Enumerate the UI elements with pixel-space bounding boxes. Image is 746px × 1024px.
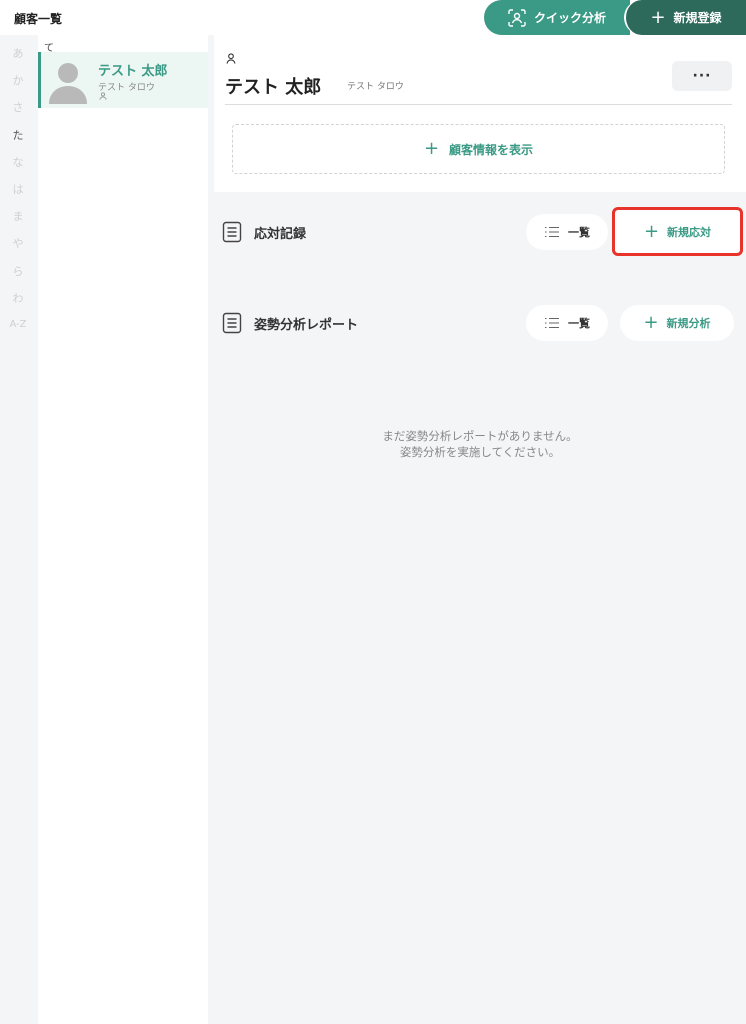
kana-index-item[interactable]: さ — [0, 99, 36, 115]
divider — [225, 104, 732, 105]
top-bar: 顧客一覧 クイック分析 + 新規登録 — [0, 0, 746, 35]
new-record-button[interactable]: + 新規応対 — [612, 207, 743, 256]
more-options-button[interactable]: ··· — [672, 61, 732, 91]
plus-icon: + — [423, 138, 440, 159]
show-customer-info-button[interactable]: + 顧客情報を表示 — [232, 124, 725, 174]
kana-index: あ か さ た な は ま や ら わ A-Z — [0, 35, 38, 1024]
empty-state-message: まだ姿勢分析レポートがありません。 姿勢分析を実施してください。 — [214, 428, 746, 460]
page-title: 顧客一覧 — [14, 12, 63, 26]
kana-index-item[interactable]: な — [0, 154, 36, 170]
reports-title: 姿勢分析レポート — [254, 317, 359, 333]
quick-analysis-button[interactable]: クイック分析 — [484, 0, 630, 35]
document-icon — [222, 312, 242, 334]
records-list-button[interactable]: 一覧 — [526, 214, 608, 250]
avatar — [49, 63, 87, 104]
customer-detail-header: テスト 太郎 テスト タロウ ··· + 顧客情報を表示 — [214, 35, 746, 192]
reports-list-button[interactable]: 一覧 — [526, 305, 608, 341]
new-register-label: 新規登録 — [673, 11, 722, 25]
customer-detail-name: テスト 太郎 — [225, 77, 322, 98]
kana-index-item[interactable]: ら — [0, 263, 36, 279]
records-section-title: 応対記録 — [222, 221, 306, 243]
empty-state-line: まだ姿勢分析レポートがありません。 — [382, 429, 578, 443]
new-analysis-button[interactable]: + 新規分析 — [620, 305, 734, 341]
records-title: 応対記録 — [254, 226, 307, 242]
kana-index-item[interactable]: や — [0, 235, 36, 251]
kana-index-item[interactable]: あ — [0, 45, 36, 61]
user-icon — [99, 92, 107, 100]
list-icon — [545, 226, 559, 238]
plus-icon: + — [650, 6, 666, 28]
kana-index-item[interactable]: か — [0, 72, 36, 88]
new-record-label: 新規応対 — [667, 225, 712, 239]
kana-index-item[interactable]: わ — [0, 290, 36, 306]
reports-list-label: 一覧 — [568, 317, 590, 330]
kana-index-item[interactable]: ま — [0, 208, 36, 224]
empty-state-line: 姿勢分析を実施してください。 — [399, 445, 561, 459]
new-analysis-label: 新規分析 — [666, 317, 711, 330]
kana-index-item[interactable]: A-Z — [0, 319, 36, 330]
customer-detail-kana: テスト タロウ — [347, 82, 404, 92]
customer-list: て テスト 太郎 テスト タロウ — [38, 35, 208, 1024]
face-scan-icon — [508, 8, 526, 27]
kana-index-item[interactable]: は — [0, 181, 36, 197]
records-list-label: 一覧 — [568, 226, 590, 239]
new-register-button[interactable]: + 新規登録 — [624, 0, 746, 35]
document-icon — [222, 221, 242, 243]
list-icon — [545, 317, 559, 329]
quick-analysis-label: クイック分析 — [533, 11, 606, 25]
plus-icon: + — [643, 220, 660, 242]
customer-name: テスト 太郎 — [98, 64, 168, 79]
kana-index-item-active[interactable]: た — [0, 127, 36, 143]
plus-icon: + — [643, 312, 659, 333]
show-customer-info-label: 顧客情報を表示 — [449, 142, 534, 157]
customer-list-item[interactable]: テスト 太郎 テスト タロウ — [38, 52, 208, 108]
reports-section-title: 姿勢分析レポート — [222, 312, 358, 334]
user-icon — [226, 53, 236, 64]
